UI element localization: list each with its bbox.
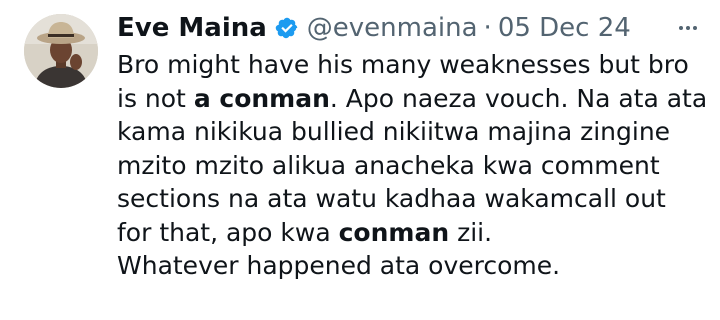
tweet: Eve Maina @evenmaina · 05 Dec 24 Bro mig… [0, 0, 720, 320]
text-segment: is not [117, 83, 194, 113]
author-avatar[interactable] [24, 14, 98, 88]
tweet-date[interactable]: 05 Dec 24 [498, 11, 631, 45]
text-segment: . Apo naeza vouch. Na ata ata [329, 83, 708, 113]
tweet-text-line: sections na ata watu kadhaa wakamcall ou… [117, 184, 666, 213]
more-horizontal-icon [679, 26, 697, 30]
tweet-header: Eve Maina @evenmaina · 05 Dec 24 [117, 11, 670, 45]
author-handle[interactable]: @evenmaina [307, 11, 478, 45]
profile-photo [24, 14, 98, 88]
tweet-text-line: Bro might have his many weaknesses but b… [117, 50, 689, 79]
more-options-button[interactable] [676, 16, 700, 40]
text-segment: for that, apo kwa [117, 217, 339, 247]
tweet-text: Bro might have his many weaknesses but b… [117, 48, 713, 283]
verified-badge-icon [275, 16, 299, 40]
bold-text-segment: conman [338, 217, 450, 247]
tweet-text-line: kama nikikua bullied nikiitwa majina zin… [117, 117, 671, 146]
bold-text-segment: a conman [193, 83, 330, 113]
tweet-text-line: mzito mzito alikua anacheka kwa comment [117, 150, 660, 180]
tweet-text-line: Whatever happened ata overcome. [117, 251, 561, 280]
separator-dot: · [483, 13, 492, 43]
tweet-text-line: for that, apo kwa conman zii. [117, 216, 713, 250]
tweet-text-line: is not a conman. Apo naeza vouch. Na ata… [117, 82, 713, 116]
author-name[interactable]: Eve Maina [117, 11, 267, 45]
text-segment: zii. [449, 217, 493, 247]
